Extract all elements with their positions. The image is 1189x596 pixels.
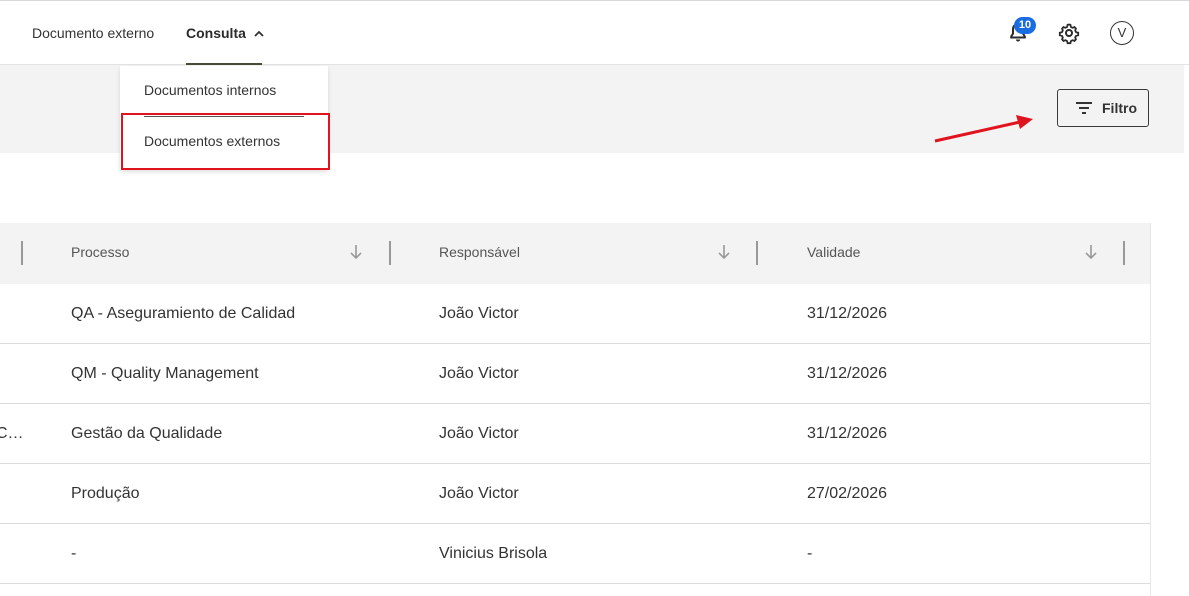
cell-responsavel: Vinicius Brisola <box>439 545 548 562</box>
cell-validade: 31/12/2026 <box>807 425 888 442</box>
user-avatar[interactable]: V <box>1110 21 1134 45</box>
nav-documento-externo[interactable]: Documento externo <box>32 25 154 41</box>
cell-processo: QA - Aseguramiento de Calidad <box>71 305 296 322</box>
cell-processo: Produção <box>71 485 140 502</box>
table-row[interactable]: Produção João Victor 27/02/2026 <box>0 464 1150 524</box>
table-row[interactable]: QM - Quality Management João Victor 31/1… <box>0 344 1150 404</box>
gear-icon[interactable] <box>1057 21 1081 45</box>
arrow-down-icon[interactable] <box>349 244 363 260</box>
table-row[interactable]: QA - Aseguramiento de Calidad João Victo… <box>0 284 1150 344</box>
highlight-box <box>121 113 330 170</box>
cell-responsavel: João Victor <box>439 365 519 382</box>
table-body: QA - Aseguramiento de Calidad João Victo… <box>0 284 1150 584</box>
column-header-validade[interactable]: Validade <box>807 244 860 260</box>
cell-truncated: C… <box>0 425 24 442</box>
cell-validade: - <box>807 545 813 562</box>
column-header-responsavel[interactable]: Responsável <box>439 244 520 260</box>
cell-validade: 31/12/2026 <box>807 365 888 382</box>
column-separator[interactable] <box>389 241 391 265</box>
cell-processo: Gestão da Qualidade <box>71 425 223 442</box>
nav-consulta-label: Consulta <box>186 25 246 41</box>
chevron-up-icon <box>254 30 264 37</box>
table-row[interactable]: C… Gestão da Qualidade João Victor 31/12… <box>0 404 1150 464</box>
arrow-down-icon[interactable] <box>717 244 731 260</box>
menu-item-documentos-internos[interactable]: Documentos internos <box>144 82 276 98</box>
cell-responsavel: João Victor <box>439 305 519 322</box>
filtro-label: Filtro <box>1102 100 1137 116</box>
nav-consulta[interactable]: Consulta <box>186 25 264 41</box>
filtro-button[interactable]: Filtro <box>1057 89 1149 127</box>
filter-lines-icon <box>1076 102 1092 114</box>
arrow-down-icon[interactable] <box>1084 244 1098 260</box>
cell-validade: 31/12/2026 <box>807 305 888 322</box>
column-separator[interactable] <box>21 241 23 265</box>
cell-processo: - <box>71 545 77 562</box>
notification-badge: 10 <box>1014 17 1036 34</box>
column-header-processo[interactable]: Processo <box>71 244 129 260</box>
cell-responsavel: João Victor <box>439 425 519 442</box>
cell-processo: QM - Quality Management <box>71 365 259 382</box>
top-navigation-bar: Documento externo Consulta 10 V <box>0 0 1189 65</box>
red-arrow-annotation <box>934 115 1033 143</box>
table-header: Processo Responsável Validade <box>0 223 1150 284</box>
table-right-border <box>1150 223 1151 596</box>
column-separator[interactable] <box>1123 241 1125 265</box>
column-separator[interactable] <box>756 241 758 265</box>
cell-responsavel: João Victor <box>439 485 519 502</box>
cell-validade: 27/02/2026 <box>807 485 888 502</box>
table-row[interactable]: - Vinicius Brisola - <box>0 524 1150 584</box>
